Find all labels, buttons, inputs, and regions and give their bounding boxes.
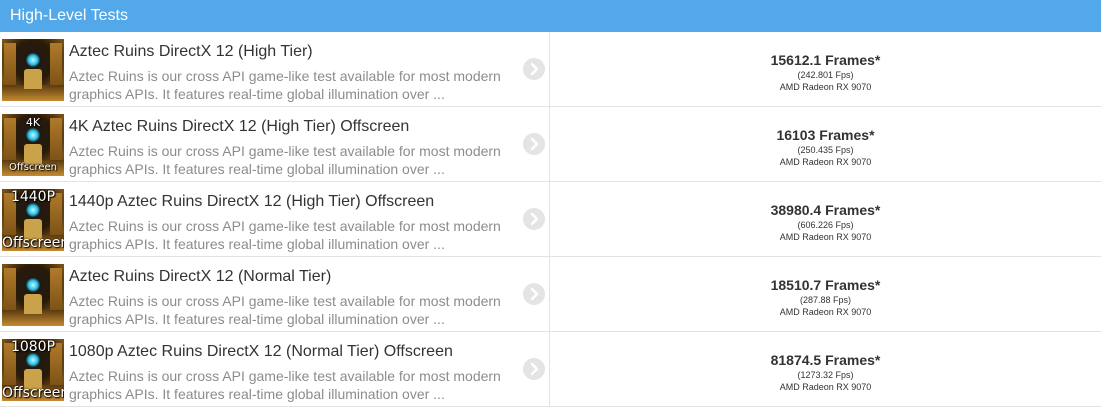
fps-value: (1273.32 Fps) — [797, 370, 854, 380]
fps-value: (242.801 Fps) — [797, 70, 854, 80]
test-description: Aztec Ruins is our cross API game-like t… — [69, 293, 501, 327]
test-description: Aztec Ruins is our cross API game-like t… — [69, 368, 501, 402]
gpu-name: AMD Radeon RX 9070 — [779, 82, 872, 92]
test-description: Aztec Ruins is our cross API game-like t… — [69, 143, 501, 177]
chevron-right-icon[interactable] — [523, 283, 545, 305]
thumbnail-resolution-label: 4K — [25, 116, 41, 129]
test-row[interactable]: Aztec Ruins DirectX 12 (High Tier) Aztec… — [0, 32, 1101, 107]
test-row[interactable]: 4K Offscreen 4K Aztec Ruins DirectX 12 (… — [0, 107, 1101, 182]
gpu-name: AMD Radeon RX 9070 — [779, 382, 872, 392]
thumbnail-mode-label: Offscreen — [2, 385, 64, 401]
gpu-name: AMD Radeon RX 9070 — [779, 232, 872, 242]
test-info[interactable]: 4K Offscreen 4K Aztec Ruins DirectX 12 (… — [0, 107, 550, 181]
test-title[interactable]: 1080p Aztec Ruins DirectX 12 (Normal Tie… — [69, 343, 453, 361]
test-info[interactable]: Aztec Ruins DirectX 12 (High Tier) Aztec… — [0, 32, 550, 106]
test-title[interactable]: Aztec Ruins DirectX 12 (High Tier) — [69, 43, 313, 61]
test-thumbnail — [2, 264, 64, 326]
test-info[interactable]: 1080P Offscreen 1080p Aztec Ruins Direct… — [0, 332, 550, 406]
chevron-right-icon[interactable] — [523, 133, 545, 155]
score-value: 16103 Frames* — [776, 127, 875, 143]
test-info[interactable]: 1440P Offscreen 1440p Aztec Ruins Direct… — [0, 182, 550, 256]
test-result: 15612.1 Frames* (242.801 Fps) AMD Radeon… — [550, 32, 1101, 106]
fps-value: (287.88 Fps) — [799, 295, 852, 305]
thumbnail-resolution-label: 1440P — [10, 189, 56, 205]
chevron-right-icon[interactable] — [523, 358, 545, 380]
test-title[interactable]: 4K Aztec Ruins DirectX 12 (High Tier) Of… — [69, 118, 409, 136]
test-thumbnail: 1440P Offscreen — [2, 189, 64, 251]
gpu-name: AMD Radeon RX 9070 — [779, 157, 872, 167]
test-description: Aztec Ruins is our cross API game-like t… — [69, 218, 501, 252]
fps-value: (250.435 Fps) — [797, 145, 854, 155]
score-value: 81874.5 Frames* — [770, 352, 881, 368]
gpu-name: AMD Radeon RX 9070 — [779, 307, 872, 317]
test-title[interactable]: 1440p Aztec Ruins DirectX 12 (High Tier)… — [69, 193, 434, 211]
test-result: 81874.5 Frames* (1273.32 Fps) AMD Radeon… — [550, 332, 1101, 406]
fps-value: (606.226 Fps) — [797, 220, 854, 230]
test-result: 18510.7 Frames* (287.88 Fps) AMD Radeon … — [550, 257, 1101, 331]
test-thumbnail — [2, 39, 64, 101]
test-description: Aztec Ruins is our cross API game-like t… — [69, 68, 501, 102]
test-list: Aztec Ruins DirectX 12 (High Tier) Aztec… — [0, 32, 1101, 407]
section-header: High-Level Tests — [0, 0, 1101, 32]
test-thumbnail: 4K Offscreen — [2, 114, 64, 176]
thumbnail-resolution-label: 1080P — [10, 339, 56, 355]
chevron-right-icon[interactable] — [523, 58, 545, 80]
test-row[interactable]: Aztec Ruins DirectX 12 (Normal Tier) Azt… — [0, 257, 1101, 332]
score-value: 15612.1 Frames* — [770, 52, 881, 68]
score-value: 18510.7 Frames* — [770, 277, 881, 293]
section-title: High-Level Tests — [10, 7, 128, 24]
test-thumbnail: 1080P Offscreen — [2, 339, 64, 401]
test-row[interactable]: 1440P Offscreen 1440p Aztec Ruins Direct… — [0, 182, 1101, 257]
test-result: 16103 Frames* (250.435 Fps) AMD Radeon R… — [550, 107, 1101, 181]
test-row[interactable]: 1080P Offscreen 1080p Aztec Ruins Direct… — [0, 332, 1101, 407]
score-value: 38980.4 Frames* — [770, 202, 881, 218]
test-info[interactable]: Aztec Ruins DirectX 12 (Normal Tier) Azt… — [0, 257, 550, 331]
chevron-right-icon[interactable] — [523, 208, 545, 230]
test-result: 38980.4 Frames* (606.226 Fps) AMD Radeon… — [550, 182, 1101, 256]
thumbnail-mode-label: Offscreen — [2, 235, 64, 251]
test-title[interactable]: Aztec Ruins DirectX 12 (Normal Tier) — [69, 268, 331, 286]
thumbnail-mode-label: Offscreen — [8, 162, 57, 173]
